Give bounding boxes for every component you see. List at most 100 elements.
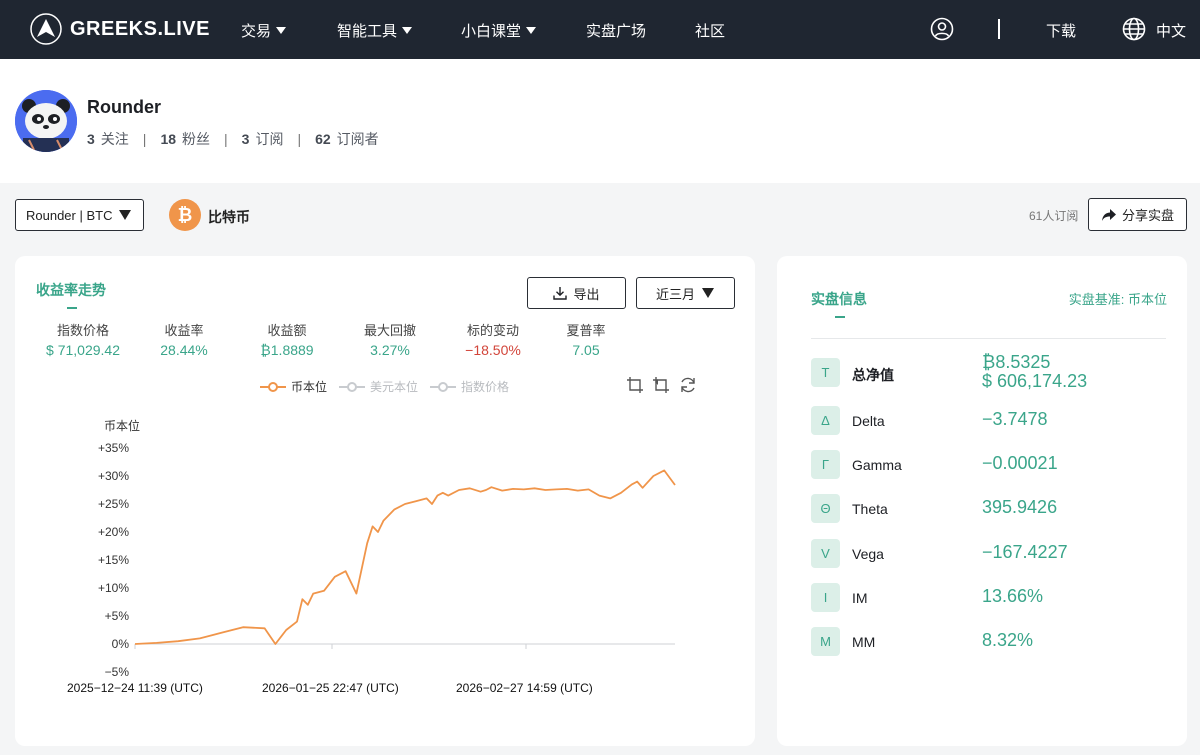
x-tick-label: 2026−02−27 14:59 (UTC) xyxy=(456,681,593,695)
legend-dot-icon xyxy=(438,381,448,392)
download-link[interactable]: 下载 xyxy=(1046,20,1076,41)
net-value-label: 总净值 xyxy=(852,367,894,383)
legend-dot-icon xyxy=(347,381,357,392)
metric-index-price: 指数价格 $ 71,029.42 xyxy=(28,320,138,358)
coin-name: 比特币 xyxy=(208,209,250,225)
export-button[interactable]: 导出 xyxy=(527,277,626,309)
account-select[interactable]: Rounder | BTC xyxy=(15,199,144,231)
metric-sharpe-ratio: 夏普率 7.05 xyxy=(531,320,641,358)
language-switch[interactable]: 中文 xyxy=(1156,20,1186,41)
y-tick-label: −5% xyxy=(105,665,130,679)
legend-usd-based[interactable]: 美元本位 xyxy=(339,378,418,395)
zoom-select-icon[interactable] xyxy=(626,376,644,394)
greek-badge: Δ xyxy=(811,406,840,435)
nav-beginner-class-label: 小白课堂 xyxy=(461,23,522,40)
greek-badge: M xyxy=(811,627,840,656)
avatar[interactable] xyxy=(15,90,77,152)
greek-value: 395.9426 xyxy=(982,497,1058,517)
metric-label: 夏普率 xyxy=(566,323,606,338)
series-line-coin-based xyxy=(134,469,676,645)
nav-smart-tools[interactable]: 智能工具 xyxy=(337,20,413,41)
metric-label: 收益额 xyxy=(267,323,307,338)
following-count: 3 xyxy=(87,131,95,147)
net-value: ₿8.5325 $ 606,174.23 xyxy=(982,353,1087,391)
return-chart[interactable]: 币本位 +35% +30% +25% +20% +15% +10% +5% 0% −5% 202… xyxy=(15,406,755,696)
nav-live-plaza[interactable]: 实盘广场 xyxy=(586,20,646,41)
nav-smart-tools-label: 智能工具 xyxy=(337,23,398,40)
legend-label: 币本位 xyxy=(291,380,328,394)
greek-badge: V xyxy=(811,539,840,568)
export-label: 导出 xyxy=(573,286,600,302)
greek-badge: I xyxy=(811,583,840,612)
profile-header: Rounder 3 关注 | 18 粉丝 | 3 订阅 | 62 订阅者 xyxy=(0,59,1200,183)
language-label: 中文 xyxy=(1156,23,1187,40)
greek-value: −167.4227 xyxy=(982,542,1068,562)
y-tick-label: +20% xyxy=(98,525,129,539)
greek-row-gamma: Γ Gamma −0.00021 xyxy=(811,450,1171,480)
nav-community-label: 社区 xyxy=(695,23,726,40)
y-tick-label: +15% xyxy=(98,553,129,567)
time-range-value: 近三月 xyxy=(656,286,696,302)
greek-row-mm: M MM 8.32% xyxy=(811,627,1171,657)
greek-name: Theta xyxy=(852,501,888,517)
zoom-reset-icon[interactable] xyxy=(652,376,670,394)
greek-badge: Γ xyxy=(811,450,840,479)
globe-icon[interactable] xyxy=(1122,17,1146,41)
share-portfolio-button[interactable]: 分享实盘 xyxy=(1088,198,1187,231)
metric-return-rate: 收益率 28.44% xyxy=(129,320,239,358)
stat-separator: | xyxy=(142,131,147,147)
refresh-icon[interactable] xyxy=(679,376,697,394)
net-value-badge: T xyxy=(811,358,840,387)
following-label: 关注 xyxy=(100,131,129,147)
metric-value: $ 71,029.42 xyxy=(46,342,120,358)
subscribed-count: 61人订阅 xyxy=(1029,209,1079,223)
metric-label: 收益率 xyxy=(164,323,204,338)
y-tick-label: +30% xyxy=(98,469,129,483)
share-arrow-icon xyxy=(1101,208,1116,221)
greek-row-im: I IM 13.66% xyxy=(811,583,1171,613)
metric-value: ₿1.8889 xyxy=(260,342,314,358)
brand-logo[interactable]: GREEKS.LIVE xyxy=(30,13,210,45)
metric-value: 28.44% xyxy=(160,342,208,358)
y-tick-label: +35% xyxy=(98,441,129,455)
greek-value: 13.66% xyxy=(982,586,1044,606)
legend-index-price[interactable]: 指数价格 xyxy=(430,378,509,395)
greek-name: Delta xyxy=(852,413,885,429)
panda-avatar-icon xyxy=(15,90,77,152)
y-axis-label: 币本位 xyxy=(104,418,140,433)
subscriptions-stat[interactable]: 3 订阅 xyxy=(242,129,284,149)
divider xyxy=(811,338,1166,339)
metric-label: 最大回撤 xyxy=(363,323,416,338)
subscribers-label: 订阅者 xyxy=(336,131,379,147)
logo-icon xyxy=(30,13,62,45)
legend-label: 美元本位 xyxy=(370,380,419,394)
legend-label: 指数价格 xyxy=(461,380,510,394)
subscribers-stat[interactable]: 62 订阅者 xyxy=(315,129,379,149)
nav-beginner-class[interactable]: 小白课堂 xyxy=(461,20,537,41)
nav-trade[interactable]: 交易 xyxy=(241,20,287,41)
greek-name: MM xyxy=(852,634,876,650)
followers-stat[interactable]: 18 粉丝 xyxy=(160,129,210,149)
greek-badge: Θ xyxy=(811,494,840,523)
greek-value: −0.00021 xyxy=(982,453,1058,473)
following-stat[interactable]: 3 关注 xyxy=(87,129,129,149)
followers-count: 18 xyxy=(160,131,177,147)
chevron-down-icon xyxy=(276,27,287,34)
net-value-btc: ₿8.5325 xyxy=(982,352,1051,372)
net-value-usd: $ 606,174.23 xyxy=(982,371,1088,391)
stat-separator: | xyxy=(297,131,302,147)
user-icon[interactable] xyxy=(930,17,954,41)
metric-return-amount: 收益额 ₿1.8889 xyxy=(232,320,342,358)
y-tick-label: +25% xyxy=(98,497,129,511)
time-range-select[interactable]: 近三月 xyxy=(636,277,735,309)
greek-name: IM xyxy=(852,590,868,606)
performance-card: 收益率走势 导出 近三月 指数价格 $ 71,029.42 收益率 28.44%… xyxy=(15,256,755,746)
nav-live-plaza-label: 实盘广场 xyxy=(586,23,647,40)
nav-divider xyxy=(998,19,1000,39)
triangle-down-icon xyxy=(702,288,714,298)
legend-coin-based[interactable]: 币本位 xyxy=(260,378,327,395)
x-tick-label: 2025−12−24 11:39 (UTC) xyxy=(67,681,203,695)
brand-name: GREEKS.LIVE xyxy=(70,17,210,40)
nav-community[interactable]: 社区 xyxy=(695,20,725,41)
share-button-label: 分享实盘 xyxy=(1121,208,1174,223)
